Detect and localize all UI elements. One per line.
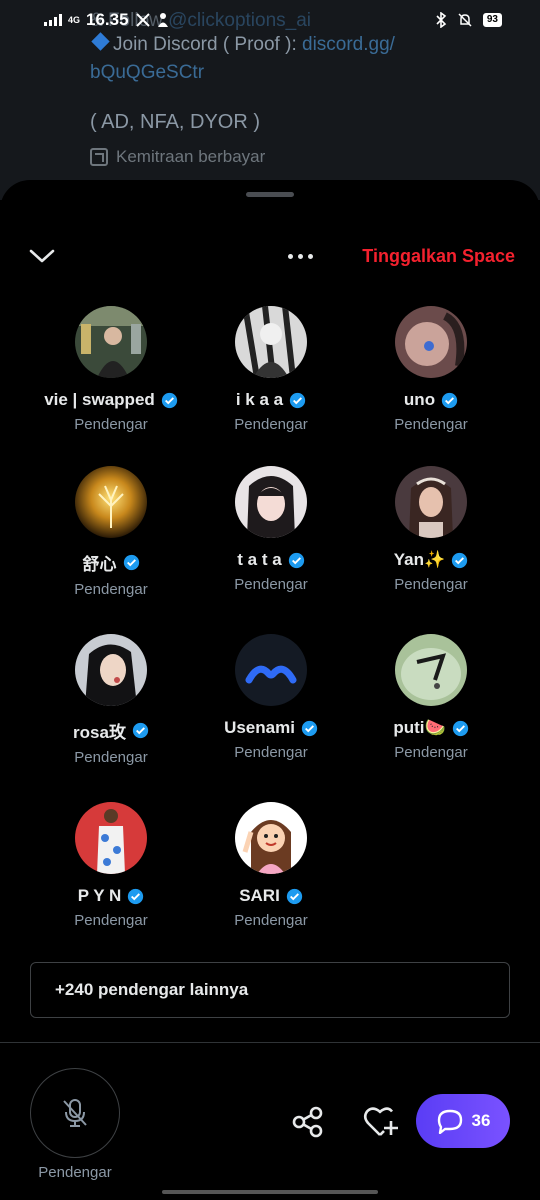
network-type: 4G — [68, 14, 81, 25]
listener-card[interactable]: vie | swapped Pendengar — [31, 306, 191, 433]
avatar — [235, 466, 307, 538]
verified-badge-icon — [452, 552, 468, 568]
listener-role: Pendengar — [234, 576, 308, 593]
avatar — [75, 306, 147, 378]
avatar — [395, 466, 467, 538]
home-indicator — [162, 1190, 378, 1194]
divider — [0, 1042, 540, 1043]
tweet-line: bQuQGeSCtr — [90, 62, 204, 84]
avatar — [235, 634, 307, 706]
status-left: 4G 16.35 — [44, 10, 169, 30]
verified-badge-icon — [123, 554, 139, 571]
listener-name: t a t a — [191, 550, 351, 570]
space-sheet: Tinggalkan Space vie | swapped Pendengar… — [0, 180, 540, 1200]
avatar — [395, 306, 467, 378]
leave-space-button[interactable]: Tinggalkan Space — [362, 246, 515, 267]
notification-icon — [157, 13, 168, 27]
avatar — [75, 802, 147, 874]
external-link-icon — [90, 148, 108, 166]
tweet-line: ( AD, NFA, DYOR ) — [90, 111, 261, 133]
avatar — [75, 634, 147, 706]
verified-badge-icon — [132, 722, 149, 739]
share-icon[interactable] — [290, 1104, 326, 1140]
listener-name: puti🍉 — [351, 718, 511, 738]
promo-label: Kemitraan berbayar — [90, 147, 265, 167]
chevron-down-icon[interactable] — [28, 246, 56, 266]
listener-role: Pendengar — [234, 912, 308, 929]
status-right: 93 — [435, 12, 502, 28]
verified-badge-icon — [452, 720, 468, 736]
heart-add-icon[interactable] — [362, 1104, 400, 1140]
listener-name: P Y N — [31, 886, 191, 906]
mic-label: Pendengar — [38, 1164, 112, 1181]
listener-name: vie | swapped — [31, 390, 191, 410]
verified-badge-icon — [161, 392, 177, 408]
chat-bubble-icon — [437, 1109, 462, 1134]
listener-role: Pendengar — [394, 416, 468, 433]
listener-role: Pendengar — [234, 416, 308, 433]
listener-card[interactable]: puti🍉 Pendengar — [351, 634, 511, 761]
listener-name: rosa玫 — [31, 718, 191, 743]
listener-role: Pendengar — [74, 749, 148, 766]
listener-card[interactable]: rosa玫 Pendengar — [31, 634, 191, 766]
comment-count: 36 — [471, 1111, 491, 1130]
avatar — [235, 802, 307, 874]
battery-indicator: 93 — [482, 13, 502, 27]
listener-role: Pendengar — [74, 912, 148, 929]
avatar — [395, 634, 467, 706]
comments-button[interactable]: 36 — [416, 1094, 510, 1148]
signal-icon — [44, 14, 62, 26]
verified-badge-icon — [289, 392, 306, 408]
mic-off-icon — [63, 1099, 87, 1127]
status-bar: 4G 16.35 93 — [0, 0, 540, 40]
tweet-link[interactable]: bQuQGeSCtr — [90, 62, 204, 83]
listener-role: Pendengar — [394, 744, 468, 761]
verified-badge-icon — [441, 392, 458, 408]
verified-badge-icon — [128, 888, 144, 904]
listener-role: Pendengar — [394, 576, 468, 593]
more-options-icon[interactable] — [288, 246, 320, 266]
listener-role: Pendengar — [234, 744, 308, 761]
listener-card[interactable]: Yan✨ Pendengar — [351, 466, 511, 593]
avatar — [75, 466, 147, 538]
listener-role: Pendengar — [74, 581, 148, 598]
listener-card[interactable]: uno Pendengar — [351, 306, 511, 433]
clock: 16.35 — [86, 10, 129, 29]
listener-name: uno — [351, 390, 511, 410]
listener-card[interactable]: SARI Pendengar — [191, 802, 351, 929]
drag-handle[interactable] — [246, 192, 294, 197]
verified-badge-icon — [286, 888, 302, 904]
listener-card[interactable]: t a t a Pendengar — [191, 466, 351, 593]
verified-badge-icon — [288, 552, 304, 568]
listener-name: Yan✨ — [351, 550, 511, 570]
listener-name: SARI — [191, 886, 351, 906]
listener-card[interactable]: Usenami Pendengar — [191, 634, 351, 761]
avatar — [235, 306, 307, 378]
listener-role: Pendengar — [74, 416, 148, 433]
verified-badge-icon — [301, 720, 318, 736]
listener-card[interactable]: i k a a Pendengar — [191, 306, 351, 433]
x-logo-icon — [135, 13, 150, 27]
listener-name: 舒心 — [31, 550, 191, 575]
mic-button[interactable] — [30, 1068, 120, 1158]
bluetooth-icon — [436, 12, 447, 28]
listener-card[interactable]: 舒心 Pendengar — [31, 466, 191, 598]
listener-name: Usenami — [191, 718, 351, 738]
mute-icon — [458, 13, 472, 27]
listener-name: i k a a — [191, 390, 351, 410]
more-listeners-button[interactable]: +240 pendengar lainnya — [30, 962, 510, 1018]
listener-card[interactable]: P Y N Pendengar — [31, 802, 191, 929]
